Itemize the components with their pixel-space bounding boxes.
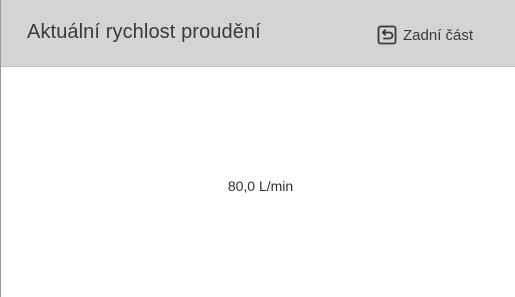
return-arrow-icon (377, 25, 397, 45)
flow-rate-value: 80,0 L/min (227, 178, 294, 194)
flow-rate-screen: Aktuální rychlost proudění Zadní část 80… (0, 0, 515, 297)
back-button-label: Zadní část (403, 26, 474, 44)
back-button[interactable]: Zadní část (377, 21, 473, 49)
page-title: Aktuální rychlost proudění (27, 21, 261, 43)
header-bar: Aktuální rychlost proudění Zadní část (1, 0, 515, 67)
content-area: 80,0 L/min (1, 67, 515, 297)
